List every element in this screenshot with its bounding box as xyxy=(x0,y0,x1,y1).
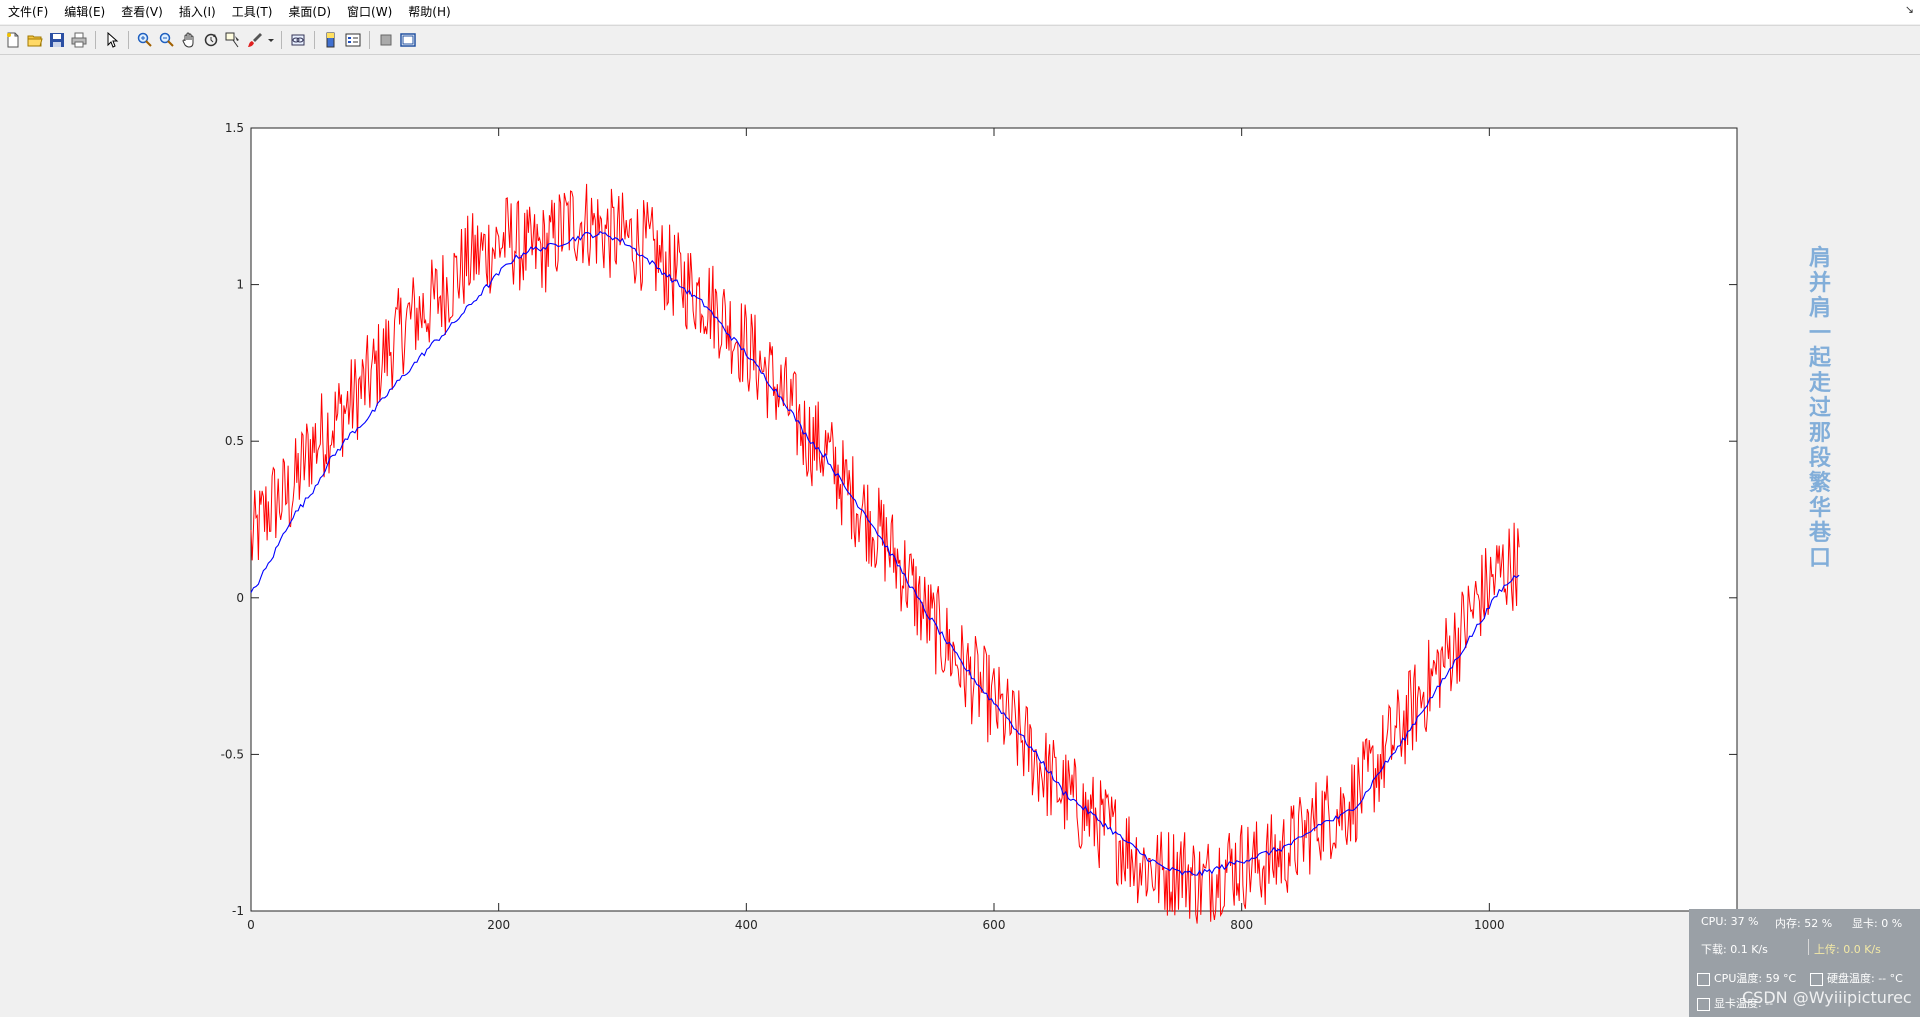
y-tick-label: 1.5 xyxy=(225,121,244,135)
x-tick-labels: 020040060080010001200 xyxy=(247,918,1752,932)
figure-canvas: 020040060080010001200 -1-0.500.511.5 xyxy=(221,121,1753,932)
x-tick-label: 200 xyxy=(487,918,510,932)
memory-usage: 内存: 52 % xyxy=(1775,917,1833,930)
cpu-usage: CPU: 37 % xyxy=(1701,915,1759,928)
gpu-usage: 显卡: 0 % xyxy=(1852,917,1903,930)
disk-icon xyxy=(1810,972,1823,986)
y-tick-label: 1 xyxy=(236,278,244,292)
monitor-divider xyxy=(1808,939,1809,955)
axes-box[interactable] xyxy=(250,127,1738,912)
y-tick-label: -1 xyxy=(232,904,244,918)
disk-temperature-label: 硬盘温度: -- °C xyxy=(1827,972,1903,985)
x-tick-label: 1000 xyxy=(1474,918,1505,932)
y-tick-label: 0.5 xyxy=(225,434,244,448)
y-tick-label: 0 xyxy=(236,591,244,605)
cpu-temperature: CPU温度: 59 °C xyxy=(1697,970,1796,986)
y-tick-labels: -1 -0.5 0 0.5 1 1.5 xyxy=(221,121,244,918)
download-speed: 下载: 0.1 K/s xyxy=(1701,943,1768,956)
vertical-watermark: 肩并肩一起走过那段繁华巷口 xyxy=(1808,246,1831,571)
gpu-card-icon xyxy=(1697,997,1710,1011)
cpu-chip-icon xyxy=(1697,972,1710,986)
x-tick-label: 600 xyxy=(983,918,1006,932)
x-tick-label: 400 xyxy=(735,918,758,932)
y-tick-label: -0.5 xyxy=(221,747,244,761)
x-tick-label: 800 xyxy=(1230,918,1253,932)
upload-speed: 上传: 0.0 K/s xyxy=(1814,943,1881,956)
cpu-temperature-label: CPU温度: 59 °C xyxy=(1714,972,1797,985)
disk-temperature: 硬盘温度: -- °C xyxy=(1810,970,1903,986)
x-tick-label: 0 xyxy=(247,918,255,932)
csdn-watermark: CSDN @Wyiiipicturec xyxy=(1742,988,1912,1007)
